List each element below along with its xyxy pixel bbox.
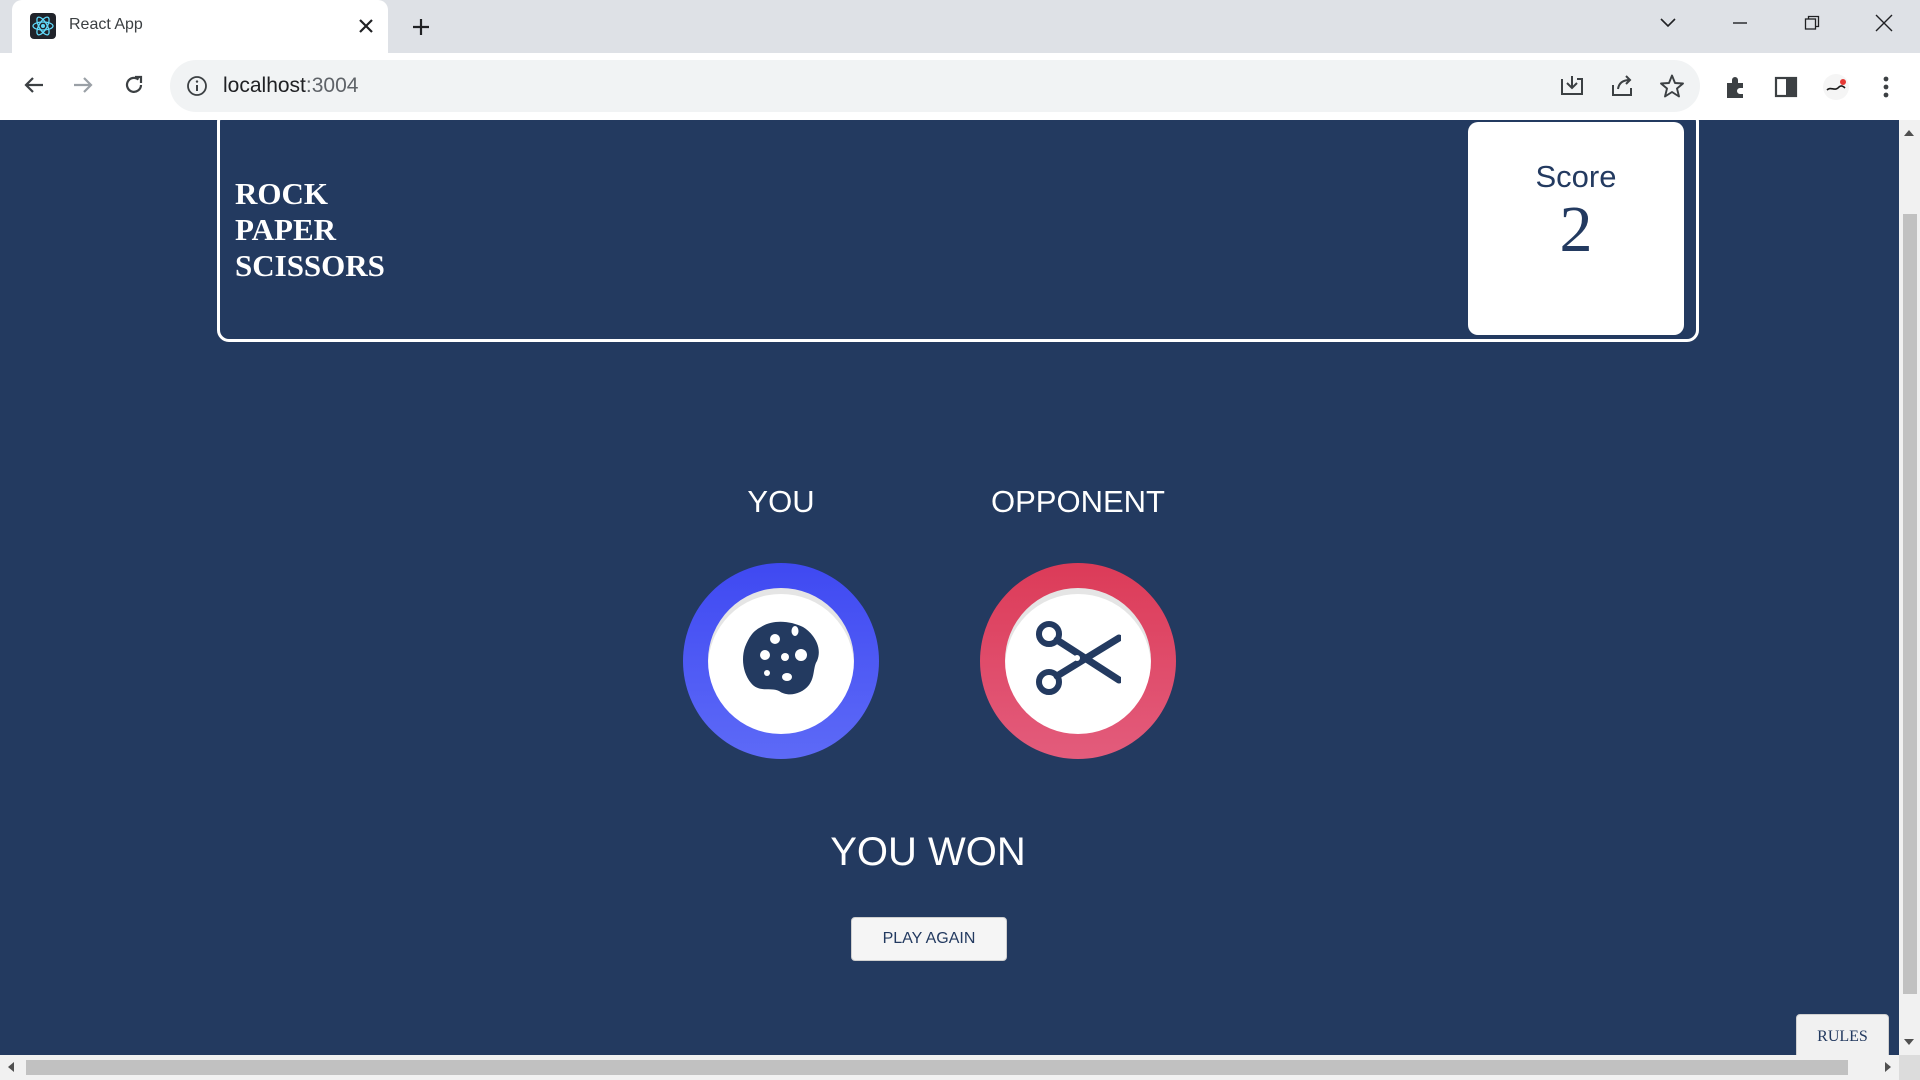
score-value: 2 — [1559, 193, 1593, 266]
vertical-scrollbar[interactable] — [1899, 120, 1920, 1055]
title-line-rock: ROCK — [235, 176, 328, 211]
browser-toolbar: localhost:3004 — [0, 53, 1920, 121]
rules-button[interactable]: RULES — [1796, 1014, 1889, 1055]
your-choice-token — [683, 563, 879, 759]
browser-tab[interactable]: React App — [12, 0, 388, 53]
restore-icon[interactable] — [1776, 0, 1848, 46]
title-line-paper: PAPER — [235, 212, 337, 247]
forward-arrow-icon[interactable] — [63, 65, 103, 105]
react-logo-icon — [30, 13, 56, 39]
horizontal-scroll-thumb[interactable] — [26, 1060, 1848, 1075]
score-card: Score 2 — [1468, 122, 1684, 335]
tab-title: React App — [69, 16, 143, 33]
extensions-puzzle-icon[interactable] — [1720, 71, 1752, 103]
minimize-icon[interactable] — [1704, 0, 1776, 46]
site-info-icon[interactable] — [184, 73, 210, 99]
url-text: localhost:3004 — [223, 74, 359, 97]
tab-strip: React App — [0, 0, 1920, 53]
rock-icon — [739, 617, 823, 706]
close-tab-icon[interactable] — [352, 12, 380, 40]
horizontal-scrollbar[interactable] — [0, 1055, 1899, 1080]
scroll-left-arrow-icon[interactable] — [8, 1062, 14, 1072]
close-window-icon[interactable] — [1848, 0, 1920, 46]
scissors-icon — [1035, 616, 1123, 707]
score-label: Score — [1535, 159, 1617, 194]
scrollbar-corner — [1899, 1055, 1920, 1080]
opponent-choice-token — [980, 563, 1176, 759]
more-menu-icon[interactable] — [1870, 71, 1902, 103]
profile-avatar-icon[interactable] — [1820, 71, 1852, 103]
tab-search-chevron-icon[interactable] — [1632, 0, 1704, 46]
vertical-scroll-thumb[interactable] — [1903, 214, 1917, 994]
side-panel-icon[interactable] — [1770, 71, 1802, 103]
opponent-label: OPPONENT — [991, 484, 1165, 519]
install-app-icon[interactable] — [1557, 71, 1587, 101]
page-content: ROCK PAPER SCISSORS Score 2 YOU OPPONENT — [0, 120, 1899, 1055]
you-label: YOU — [747, 484, 815, 519]
new-tab-icon[interactable] — [406, 12, 436, 42]
play-again-button[interactable]: PLAY AGAIN — [851, 917, 1007, 961]
reload-icon[interactable] — [114, 65, 154, 105]
result-text: YOU WON — [830, 830, 1026, 874]
scroll-down-arrow-icon[interactable] — [1904, 1039, 1914, 1045]
title-line-scissors: SCISSORS — [235, 248, 385, 283]
share-icon[interactable] — [1607, 71, 1637, 101]
game-title: ROCK PAPER SCISSORS — [235, 176, 385, 284]
back-arrow-icon[interactable] — [14, 65, 54, 105]
bookmark-star-icon[interactable] — [1657, 71, 1687, 101]
address-bar[interactable]: localhost:3004 — [170, 60, 1700, 112]
scroll-right-arrow-icon[interactable] — [1885, 1062, 1891, 1072]
scroll-up-arrow-icon[interactable] — [1904, 130, 1914, 136]
